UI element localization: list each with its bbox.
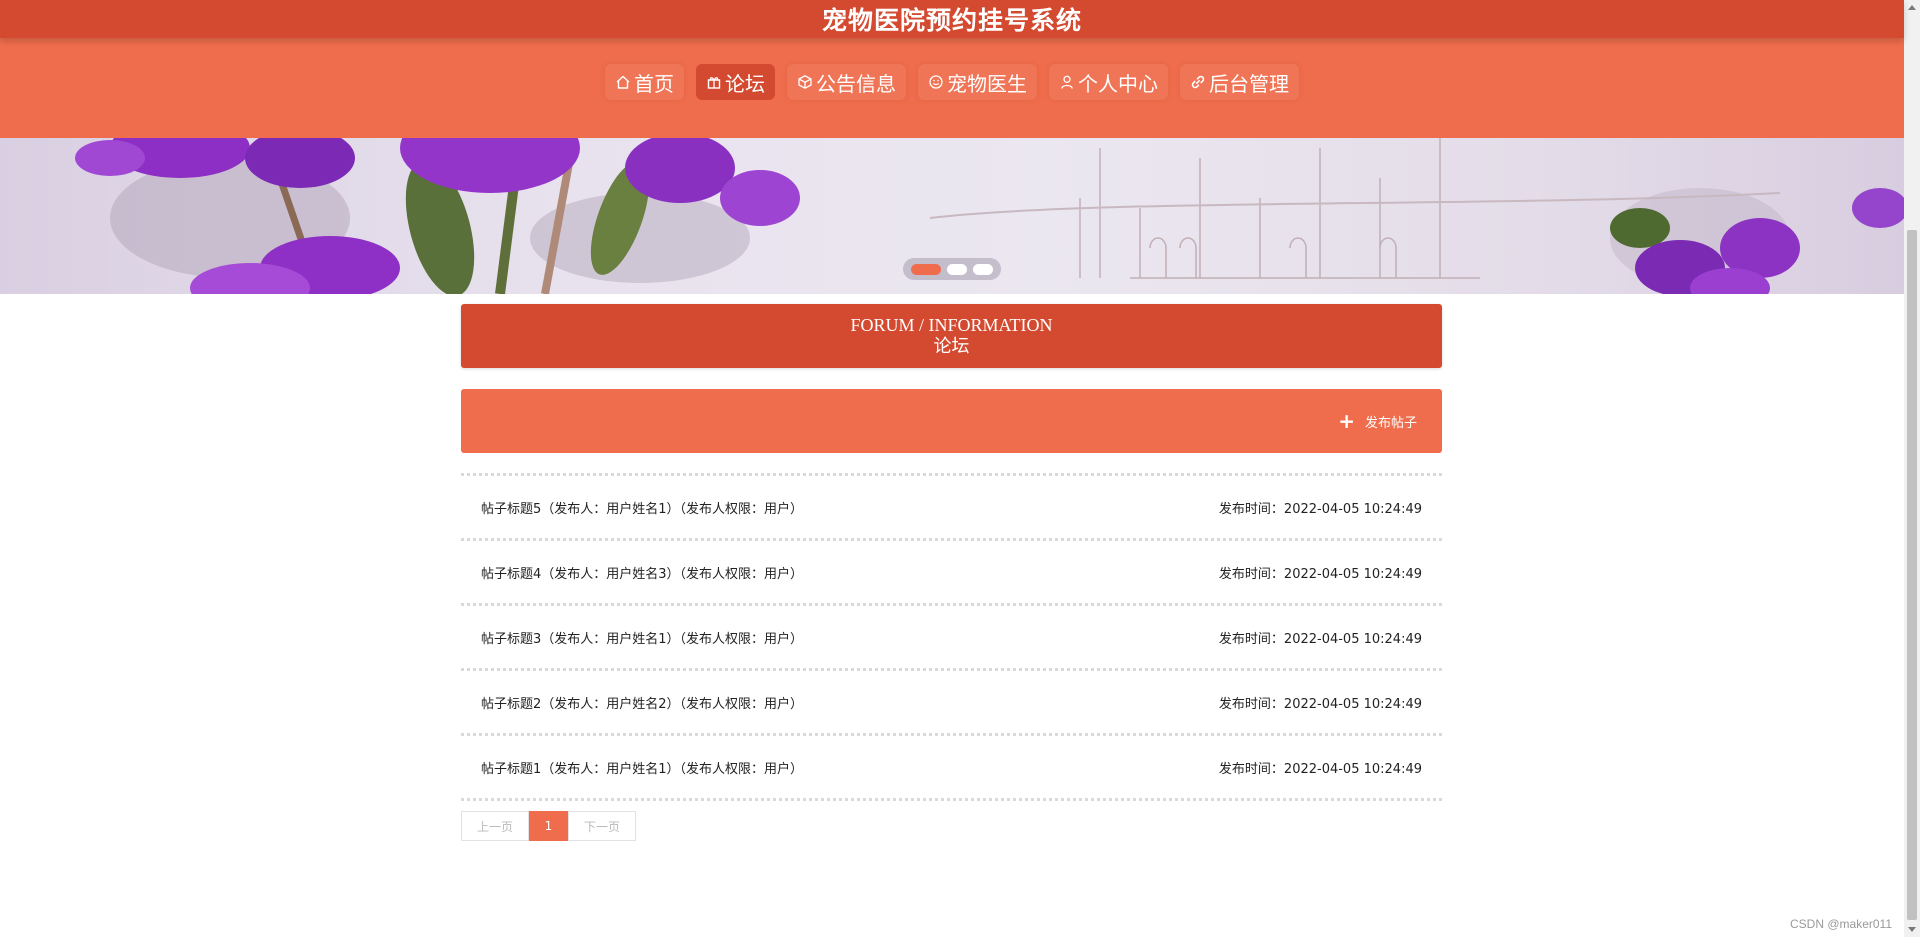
scroll-down-arrow-icon[interactable] [1908,927,1916,932]
main-content: FORUM / INFORMATION 论坛 + 发布帖子 帖子标题5（发布人：… [461,304,1442,841]
nav-item-label: 后台管理 [1209,71,1289,96]
post-time: 发布时间：2022-04-05 10:24:49 [1218,761,1422,777]
action-bar: + 发布帖子 [461,389,1442,453]
nav-item-admin[interactable]: 后台管理 [1180,64,1299,100]
nav-list: 首页 论坛 公告信息 宠物医生 个人中心 后台管理 [605,64,1299,100]
post-time: 发布时间：2022-04-05 10:24:49 [1218,566,1422,582]
nav-item-home[interactable]: 首页 [605,64,684,100]
carousel-dot-3[interactable] [973,263,993,275]
nav-bar: 首页 论坛 公告信息 宠物医生 个人中心 后台管理 [0,38,1904,138]
link-icon [1190,74,1206,90]
plus-icon: + [1338,409,1355,433]
nav-item-label: 首页 [634,71,674,96]
nav-item-label: 个人中心 [1078,71,1158,96]
nav-item-label: 宠物医生 [947,71,1027,96]
list-item[interactable]: 帖子标题2（发布人：用户姓名2）（发布人权限：用户） 发布时间：2022-04-… [461,668,1442,733]
post-list: 帖子标题5（发布人：用户姓名1）（发布人权限：用户） 发布时间：2022-04-… [461,473,1442,801]
post-title: 帖子标题3（发布人：用户姓名1）（发布人权限：用户） [481,631,804,647]
post-time: 发布时间：2022-04-05 10:24:49 [1218,501,1422,517]
cube-icon [797,74,813,90]
scroll-thumb[interactable] [1907,230,1917,920]
watermark: CSDN @maker011 [1790,917,1892,931]
page: 宠物医院预约挂号系统 首页 论坛 公告信息 宠物医生 个人中心 后台管理 FOR… [0,0,1920,937]
post-time: 发布时间：2022-04-05 10:24:49 [1218,696,1422,712]
nav-item-notice[interactable]: 公告信息 [787,64,906,100]
carousel-dot-1[interactable] [911,263,941,275]
carousel-dot-2[interactable] [947,263,967,275]
create-post-button[interactable]: + 发布帖子 [1338,411,1417,431]
list-item[interactable]: 帖子标题1（发布人：用户姓名1）（发布人权限：用户） 发布时间：2022-04-… [461,733,1442,801]
current-page-button[interactable]: 1 [529,811,568,841]
carousel-indicators [903,258,1001,280]
post-title: 帖子标题1（发布人：用户姓名1）（发布人权限：用户） [481,761,804,777]
section-title-en: FORUM / INFORMATION [850,315,1053,335]
vertical-scrollbar[interactable] [1904,0,1920,937]
scroll-up-arrow-icon[interactable] [1908,5,1916,10]
list-item[interactable]: 帖子标题4（发布人：用户姓名3）（发布人权限：用户） 发布时间：2022-04-… [461,538,1442,603]
create-post-label: 发布帖子 [1364,415,1417,431]
prev-page-button[interactable]: 上一页 [461,811,529,841]
home-icon [615,74,631,90]
nav-item-label: 公告信息 [816,71,896,96]
top-header: 宠物医院预约挂号系统 [0,0,1904,38]
post-time: 发布时间：2022-04-05 10:24:49 [1218,631,1422,647]
pagination: 上一页 1 下一页 [461,811,1442,841]
nav-item-profile[interactable]: 个人中心 [1049,64,1168,100]
post-title: 帖子标题4（发布人：用户姓名3）（发布人权限：用户） [481,566,804,582]
user-icon [1059,74,1075,90]
nav-item-doctor[interactable]: 宠物医生 [918,64,1037,100]
list-item[interactable]: 帖子标题5（发布人：用户姓名1）（发布人权限：用户） 发布时间：2022-04-… [461,473,1442,538]
list-item[interactable]: 帖子标题3（发布人：用户姓名1）（发布人权限：用户） 发布时间：2022-04-… [461,603,1442,668]
gift-icon [706,74,722,90]
nav-item-forum[interactable]: 论坛 [696,64,775,100]
nav-item-label: 论坛 [725,71,765,96]
section-title-cn: 论坛 [933,336,970,357]
section-header: FORUM / INFORMATION 论坛 [461,304,1442,368]
post-title: 帖子标题2（发布人：用户姓名2）（发布人权限：用户） [481,696,804,712]
smile-icon [928,74,944,90]
post-title: 帖子标题5（发布人：用户姓名1）（发布人权限：用户） [481,501,804,517]
site-title: 宠物医院预约挂号系统 [821,6,1082,35]
next-page-button[interactable]: 下一页 [568,811,636,841]
